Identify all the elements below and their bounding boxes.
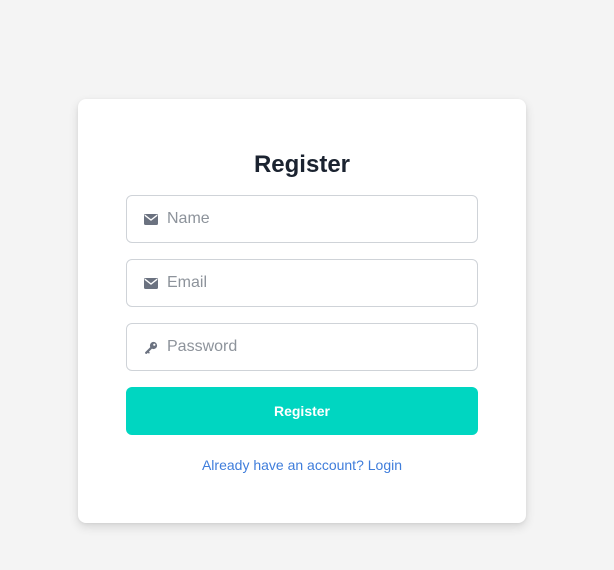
- register-card: Register Register: [78, 99, 526, 523]
- key-icon: [144, 340, 158, 354]
- envelope-icon: [144, 212, 158, 226]
- email-input[interactable]: [167, 260, 477, 306]
- envelope-icon: [144, 276, 158, 290]
- password-field[interactable]: [126, 323, 478, 371]
- email-field[interactable]: [126, 259, 478, 307]
- name-field[interactable]: [126, 195, 478, 243]
- name-input[interactable]: [167, 196, 477, 242]
- login-link[interactable]: Already have an account? Login: [78, 456, 526, 474]
- password-input[interactable]: [167, 324, 477, 370]
- register-button[interactable]: Register: [126, 387, 478, 435]
- form-title: Register: [253, 151, 351, 178]
